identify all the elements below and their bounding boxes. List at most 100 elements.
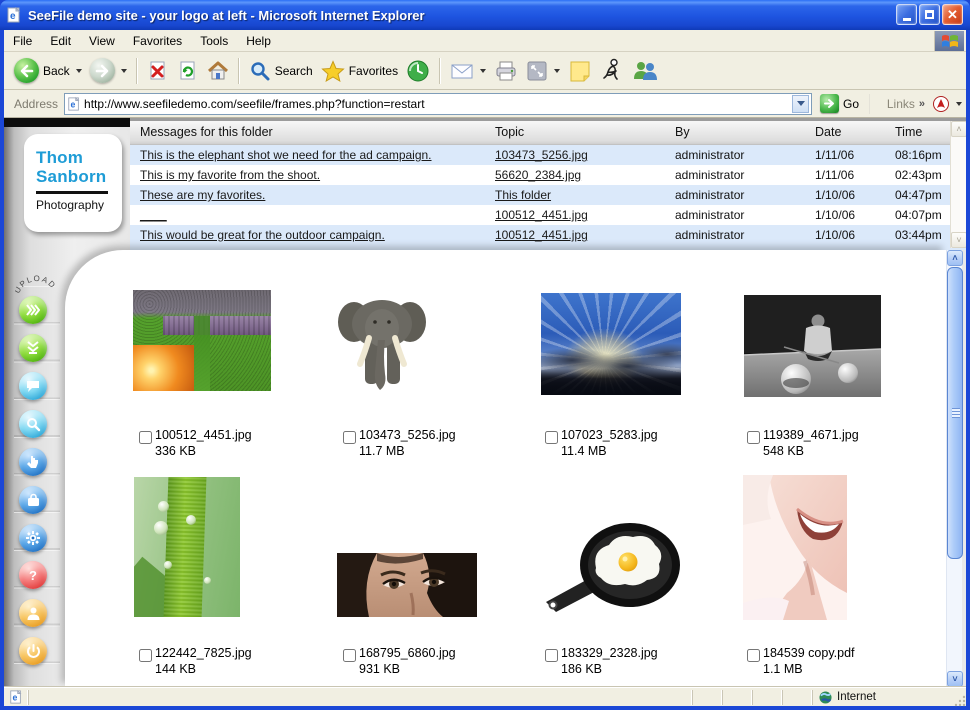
status-page-icon: e (4, 690, 28, 705)
aim-icon (600, 58, 624, 84)
title-bar[interactable]: e SeeFile demo site - your logo at left … (0, 0, 970, 30)
home-button[interactable] (203, 58, 233, 84)
menu-help[interactable]: Help (237, 30, 280, 52)
acrobat-button[interactable] (932, 95, 962, 113)
forward-button[interactable] (86, 56, 131, 85)
thumbnail-elephant[interactable] (332, 288, 432, 394)
thumbnail-pool-table[interactable] (744, 295, 881, 397)
thumb-art (744, 295, 881, 397)
close-button[interactable]: ✕ (942, 4, 963, 25)
thumbnail-green-stem[interactable] (134, 477, 240, 617)
thumbnail-eyes[interactable] (337, 553, 477, 617)
table-scroll-up-icon[interactable]: ˄ (951, 121, 966, 137)
fullscreen-dropdown-icon[interactable] (554, 69, 560, 73)
print-button[interactable] (490, 58, 522, 84)
search-button[interactable]: Search (245, 58, 317, 84)
search-circle-button[interactable] (19, 410, 47, 438)
scroll-up-icon[interactable]: ˄ (947, 250, 963, 266)
thumbnail-moss-wall[interactable] (133, 290, 271, 391)
go-button[interactable]: Go (820, 94, 859, 113)
toolbar-separator (136, 58, 138, 84)
file-checkbox[interactable] (545, 431, 558, 444)
menu-edit[interactable]: Edit (41, 30, 80, 52)
refresh-button[interactable] (173, 58, 203, 84)
pointer-button[interactable] (19, 448, 47, 476)
scrollbar-thumb[interactable] (947, 267, 963, 559)
maximize-button[interactable] (919, 4, 940, 25)
message-link[interactable]: ____ (140, 208, 167, 222)
table-scrollbar[interactable]: ˄ ˅ (950, 121, 966, 248)
security-zone: Internet (812, 690, 950, 705)
minimize-button[interactable] (896, 4, 917, 25)
topic-link[interactable]: This folder (495, 188, 551, 202)
topic-link[interactable]: 100512_4451.jpg (495, 228, 588, 242)
topic-link[interactable]: 103473_5256.jpg (495, 148, 588, 162)
menu-favorites[interactable]: Favorites (124, 30, 191, 52)
resize-grip[interactable] (950, 688, 966, 707)
file-checkbox[interactable] (747, 431, 760, 444)
logout-button[interactable] (19, 637, 47, 665)
message-link[interactable]: These are my favorites. (140, 188, 265, 202)
message-link[interactable]: This would be great for the outdoor camp… (140, 228, 385, 242)
scroll-down-icon[interactable]: ˅ (947, 671, 963, 687)
table-scroll-down-icon[interactable]: ˅ (951, 232, 966, 248)
topic-link[interactable]: 100512_4451.jpg (495, 208, 588, 222)
favorites-button[interactable]: Favorites (317, 58, 402, 84)
bag-button[interactable] (19, 486, 47, 514)
search-icon (249, 60, 271, 82)
file-size: 336 KB (155, 443, 252, 459)
links-chevron-icon[interactable]: » (919, 98, 924, 110)
messages-table: Messages for this folder Topic By Date T… (130, 118, 966, 248)
thumb-art (194, 316, 211, 391)
comment-button[interactable] (19, 372, 47, 400)
account-button[interactable] (19, 599, 47, 627)
file-checkbox[interactable] (545, 649, 558, 662)
history-button[interactable] (402, 57, 434, 85)
thumbnail-frying-pan[interactable] (538, 518, 686, 614)
address-input[interactable] (81, 97, 792, 111)
aim-button[interactable] (596, 56, 628, 86)
forward-dropdown-icon[interactable] (121, 69, 127, 73)
file-name: 122442_7825.jpg (155, 646, 252, 661)
menu-view[interactable]: View (80, 30, 124, 52)
download-icon (26, 340, 40, 356)
file-checkbox[interactable] (139, 431, 152, 444)
thumbnail-smile-portrait[interactable] (743, 475, 847, 620)
message-link[interactable]: This is my favorite from the shoot. (140, 168, 320, 182)
acrobat-dropdown-icon[interactable] (956, 102, 962, 106)
file-checkbox[interactable] (343, 431, 356, 444)
file-checkbox[interactable] (139, 649, 152, 662)
mail-button[interactable] (446, 59, 490, 83)
links-label[interactable]: Links (887, 97, 915, 111)
print-icon (494, 60, 518, 82)
acrobat-icon (932, 95, 950, 113)
svg-text:e: e (10, 11, 16, 22)
power-icon (26, 644, 41, 659)
thumb-art (158, 501, 169, 512)
stop-button[interactable] (143, 58, 173, 84)
file-checkbox[interactable] (343, 649, 356, 662)
thumbnail-sunset-sky[interactable] (541, 293, 681, 395)
messenger-button[interactable] (628, 57, 662, 85)
settings-button[interactable] (19, 524, 47, 552)
file-name: 100512_4451.jpg (155, 428, 252, 443)
help-button[interactable]: ? (19, 561, 47, 589)
message-link[interactable]: This is the elephant shot we need for th… (140, 148, 432, 162)
thumb-art (133, 345, 194, 391)
notes-button[interactable] (564, 57, 596, 85)
thumb-art (538, 518, 686, 614)
menu-tools[interactable]: Tools (191, 30, 237, 52)
status-cell (692, 690, 722, 705)
file-checkbox[interactable] (747, 649, 760, 662)
topic-link[interactable]: 56620_2384.jpg (495, 168, 581, 182)
fullscreen-button[interactable] (522, 58, 564, 84)
address-dropdown-button[interactable] (792, 95, 809, 113)
back-dropdown-icon[interactable] (76, 69, 82, 73)
mail-dropdown-icon[interactable] (480, 69, 486, 73)
back-button[interactable]: Back (10, 56, 86, 85)
content-scrollbar[interactable]: ˄ ˅ (946, 250, 962, 687)
upload-button[interactable] (19, 296, 47, 324)
menu-file[interactable]: File (4, 30, 41, 52)
minimize-icon (903, 18, 911, 21)
download-button[interactable] (19, 334, 47, 362)
